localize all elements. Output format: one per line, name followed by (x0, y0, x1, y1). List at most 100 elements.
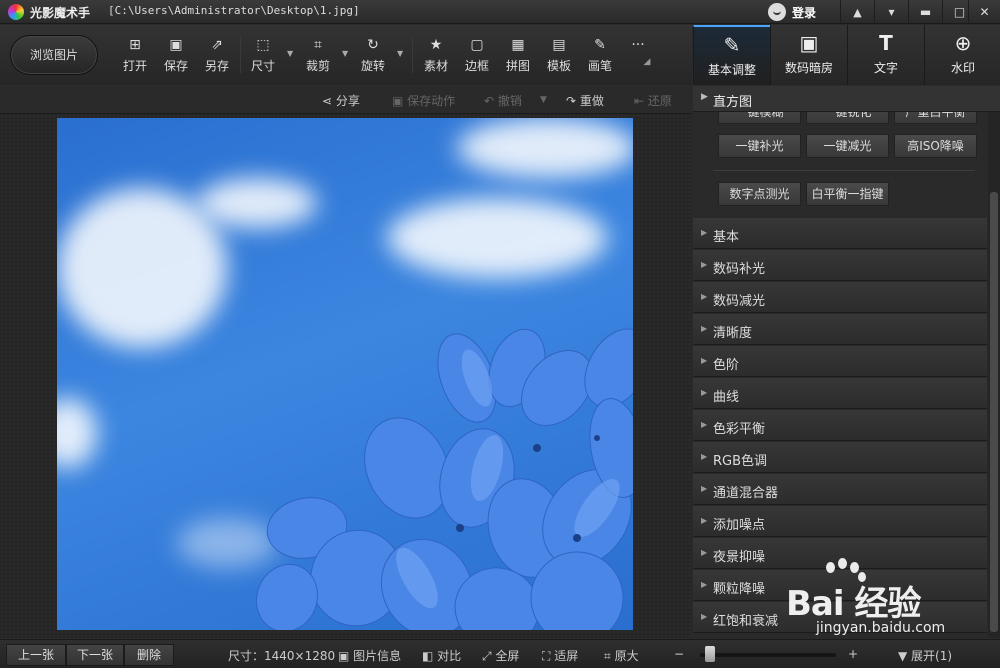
section-color-balance[interactable]: ▶ 色彩平衡 (693, 410, 987, 441)
image-canvas[interactable] (0, 114, 692, 638)
expand-button[interactable]: ▼ 展开(1) (898, 647, 952, 664)
image-info-button[interactable]: ▣ 图片信息 (338, 647, 401, 664)
material-button[interactable]: ★ 素材 (418, 37, 454, 77)
edit-icon: ✎ (723, 33, 741, 57)
white-balance-button[interactable]: 白平衡一指键 (806, 182, 889, 206)
crop-label: 裁剪 (305, 59, 330, 73)
redo-button[interactable]: ↷ 重做 (566, 92, 604, 109)
rotate-button[interactable]: ↻ 旋转 (355, 37, 391, 77)
delete-button[interactable]: 删除 (124, 644, 174, 666)
tab-text-label: 文字 (873, 61, 898, 75)
tab-watermark-label: 水印 (950, 61, 975, 75)
border-icon: ▢ (470, 37, 484, 53)
section-clarity[interactable]: ▶ 清晰度 (693, 314, 987, 345)
shirt-icon: ▲ (853, 6, 862, 19)
section-label: 清晰度 (713, 326, 753, 341)
section-digital-fill-light[interactable]: ▶ 数码补光 (693, 250, 987, 281)
save-action-label: 保存动作 (407, 94, 456, 108)
flower-cluster (256, 328, 633, 630)
zoom-slider-handle[interactable] (705, 646, 715, 662)
collage-icon: ▦ (511, 37, 525, 53)
quick-buttons-area: 一键模糊 一键锐化 严重白平衡 一键补光 一键减光 高ISO降噪 数字点测光 白… (693, 112, 988, 218)
compare-button[interactable]: ◧ 对比 (422, 647, 461, 664)
menu-button[interactable]: ▾ (874, 0, 908, 24)
app-logo-icon (8, 4, 24, 20)
strict-white-balance-button[interactable]: 严重白平衡 (894, 112, 977, 124)
save-action-button[interactable]: ▣ 保存动作 (392, 92, 455, 109)
undo-button[interactable]: ↶ 撤销 (484, 92, 522, 109)
prev-image-button[interactable]: 上一张 (6, 644, 66, 666)
crop-button[interactable]: ⌗ 裁剪 (300, 37, 336, 77)
more-tools-button[interactable]: ··· ◢ (620, 37, 656, 77)
open-button[interactable]: ⊞ 打开 (117, 37, 153, 77)
template-button[interactable]: ▤ 模板 (541, 37, 577, 77)
rotate-label: 旋转 (360, 59, 385, 73)
crop-dropdown-icon[interactable]: ▼ (342, 49, 348, 58)
zoom-slider-track[interactable] (700, 653, 836, 657)
action-bar: ⋖ 分享 ▣ 保存动作 ↶ 撤销 ▼ ↷ 重做 ⇤ 还原 (0, 86, 692, 114)
chevron-right-icon: ▶ (701, 580, 708, 589)
section-add-noise[interactable]: ▶ 添加噪点 (693, 506, 987, 537)
one-click-fill-light-button[interactable]: 一键补光 (718, 134, 801, 158)
share-button[interactable]: ⋖ 分享 (322, 92, 360, 109)
save-button[interactable]: ▣ 保存 (158, 37, 194, 77)
restore-button[interactable]: ⇤ 还原 (634, 92, 672, 109)
brush-label: 画笔 (587, 59, 612, 73)
skin-button[interactable]: ▲ (840, 0, 874, 24)
tab-digital-darkroom-label: 数码暗房 (784, 61, 833, 75)
brush-button[interactable]: ✎ 画笔 (582, 37, 618, 77)
save-as-button[interactable]: ⇗ 另存 (199, 37, 235, 77)
one-click-sharpen-button[interactable]: 一键锐化 (806, 112, 889, 124)
section-curves[interactable]: ▶ 曲线 (693, 378, 987, 409)
border-label: 边框 (464, 59, 489, 73)
login-button[interactable]: 登录 (792, 4, 816, 21)
histogram-header[interactable]: ▶ 直方图 (693, 86, 1000, 112)
undo-dropdown-icon[interactable]: ▼ (540, 95, 547, 105)
expand-icon: ▼ (898, 649, 912, 663)
minimize-button[interactable]: ▬ (908, 0, 942, 24)
section-label: 夜景抑噪 (713, 550, 766, 565)
section-channel-mixer[interactable]: ▶ 通道混合器 (693, 474, 987, 505)
resize-dropdown-icon[interactable]: ▼ (287, 49, 293, 58)
spot-metering-button[interactable]: 数字点测光 (718, 182, 801, 206)
zoom-in-button[interactable]: + (848, 647, 858, 661)
more-icon: ··· (631, 37, 645, 53)
rotate-dropdown-icon[interactable]: ▼ (397, 49, 403, 58)
border-button[interactable]: ▢ 边框 (459, 37, 495, 77)
original-size-button[interactable]: ⌗ 原大 (604, 647, 639, 664)
user-icon[interactable] (768, 3, 786, 21)
share-label: 分享 (335, 94, 360, 108)
section-digital-reduce-light[interactable]: ▶ 数码减光 (693, 282, 987, 313)
tab-basic-adjust[interactable]: ✎ 基本调整 (693, 25, 770, 85)
section-label: 曲线 (713, 390, 740, 405)
histogram-label: 直方图 (713, 95, 753, 110)
fullscreen-button[interactable]: ⤢ 全屏 (482, 647, 519, 664)
text-icon: T (879, 31, 893, 55)
main-toolbar: 浏览图片 ⊞ 打开 ▣ 保存 ⇗ 另存 ⬚ 尺寸 ▼ ⌗ 裁剪 ▼ ↻ 旋转 ▼ (0, 25, 692, 85)
title-bar: 光影魔术手 [C:\Users\Administrator\Desktop\1.… (0, 0, 1000, 24)
browse-images-button[interactable]: 浏览图片 (10, 35, 98, 75)
undo-label: 撤销 (497, 94, 522, 108)
section-levels[interactable]: ▶ 色阶 (693, 346, 987, 377)
open-icon: ⊞ (129, 37, 141, 53)
fit-label: 适屏 (554, 649, 579, 663)
chevron-right-icon: ▶ (701, 420, 708, 429)
section-rgb-tone[interactable]: ▶ RGB色调 (693, 442, 987, 473)
collage-button[interactable]: ▦ 拼图 (500, 37, 536, 77)
high-iso-denoise-button[interactable]: 高ISO降噪 (894, 134, 977, 158)
zoom-out-button[interactable]: − (674, 647, 684, 661)
chevron-right-icon: ▶ (701, 452, 708, 461)
section-basic[interactable]: ▶ 基本 (693, 218, 987, 249)
close-button[interactable]: ✕ (968, 0, 1000, 24)
tab-digital-darkroom[interactable]: ▣ 数码暗房 (770, 25, 847, 85)
resize-button[interactable]: ⬚ 尺寸 (245, 37, 281, 77)
one-click-reduce-light-button[interactable]: 一键减光 (806, 134, 889, 158)
next-image-button[interactable]: 下一张 (66, 644, 124, 666)
chevron-right-icon: ▶ (701, 388, 708, 397)
one-click-blur-button[interactable]: 一键模糊 (718, 112, 801, 124)
tab-watermark[interactable]: ⊕ 水印 (924, 25, 1000, 85)
fit-screen-button[interactable]: ⛶ 适屏 (542, 647, 578, 664)
chevron-right-icon: ▶ (701, 92, 708, 102)
chevron-right-icon: ▶ (701, 548, 708, 557)
tab-text[interactable]: T 文字 (847, 25, 924, 85)
